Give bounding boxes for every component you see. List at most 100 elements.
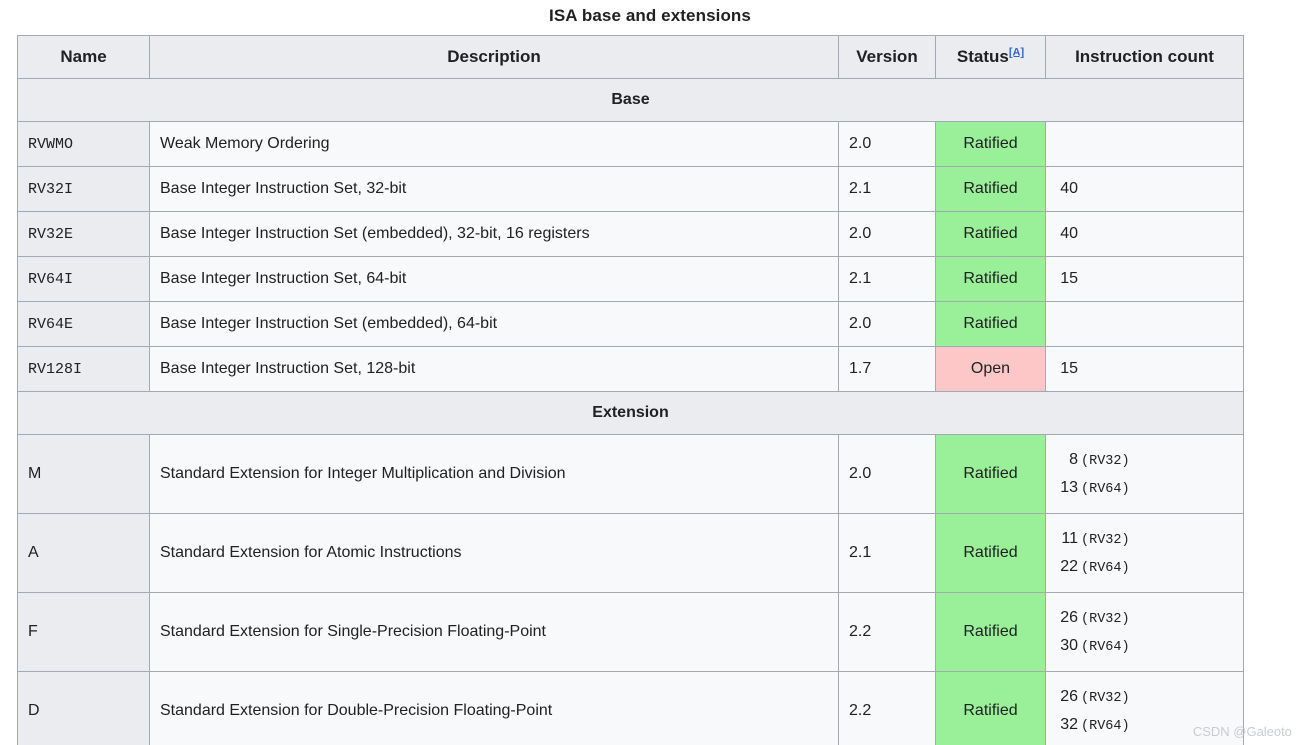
instruction-count-value: 26 bbox=[1060, 609, 1078, 626]
column-header-instruction-count: Instruction count bbox=[1045, 35, 1244, 79]
cell-description: Base Integer Instruction Set, 128-bit bbox=[149, 346, 839, 392]
column-header-name: Name bbox=[17, 35, 150, 79]
instruction-count-value: 13 bbox=[1060, 478, 1078, 496]
instruction-count-entry: 26 (RV32) bbox=[1056, 689, 1233, 706]
cell-name: RV64E bbox=[17, 301, 150, 347]
instruction-count-value: 11 bbox=[1061, 530, 1078, 547]
instruction-count-entry: 11 (RV32) bbox=[1056, 531, 1233, 548]
cell-instruction-count: 26 (RV32) 32 (RV64) bbox=[1045, 671, 1244, 745]
instruction-count-variant: (RV64) bbox=[1081, 718, 1130, 734]
cell-instruction-count: 8 (RV32) 13 (RV64) bbox=[1045, 434, 1244, 514]
cell-name: RV32E bbox=[17, 211, 150, 257]
instruction-count-entry: 26 (RV32) bbox=[1056, 610, 1233, 627]
status-badge: Ratified bbox=[935, 166, 1046, 212]
instruction-count-entry: 30 (RV64) bbox=[1056, 636, 1233, 655]
table-row: RV64I Base Integer Instruction Set, 64-bi… bbox=[17, 256, 1244, 302]
column-header-status-label: Status bbox=[956, 47, 1009, 66]
table-header: Name Description Version Status[A] Instr… bbox=[17, 35, 1244, 79]
cell-description: Weak Memory Ordering bbox=[149, 121, 839, 167]
status-badge: Ratified bbox=[935, 434, 1046, 514]
status-badge: Ratified bbox=[935, 513, 1046, 593]
cell-name: RV32I bbox=[17, 166, 150, 212]
status-badge: Ratified bbox=[935, 671, 1046, 745]
status-badge: Ratified bbox=[935, 592, 1046, 672]
cell-instruction-count: 15 bbox=[1045, 346, 1244, 392]
column-header-description: Description bbox=[149, 35, 839, 79]
header-row: Name Description Version Status[A] Instr… bbox=[17, 35, 1244, 79]
cell-version: 2.1 bbox=[838, 166, 936, 212]
instruction-count-list: 15 bbox=[1056, 361, 1233, 377]
table-row: D Standard Extension for Double-Precision… bbox=[17, 671, 1244, 745]
cell-description: Base Integer Instruction Set (embedded),… bbox=[149, 301, 839, 347]
status-badge: Ratified bbox=[935, 256, 1046, 302]
status-badge: Ratified bbox=[935, 301, 1046, 347]
instruction-count-value: 22 bbox=[1060, 557, 1078, 575]
cell-name: F bbox=[17, 592, 150, 672]
table-row: M Standard Extension for Integer Multipli… bbox=[17, 434, 1244, 514]
instruction-count-variant: (RV32) bbox=[1081, 691, 1130, 706]
instruction-count-variant: (RV32) bbox=[1081, 533, 1130, 548]
cell-instruction-count: 11 (RV32) 22 (RV64) bbox=[1045, 513, 1244, 593]
instruction-count-variant: (RV32) bbox=[1081, 454, 1130, 469]
cell-description: Base Integer Instruction Set (embedded),… bbox=[149, 211, 839, 257]
column-header-status: Status[A] bbox=[935, 35, 1046, 79]
instruction-count-entry: 8 (RV32) bbox=[1056, 452, 1233, 469]
section-header-row: Base bbox=[17, 78, 1244, 122]
table-row: RV32I Base Integer Instruction Set, 32-bi… bbox=[17, 166, 1244, 212]
table-row: RV128I Base Integer Instruction Set, 128-… bbox=[17, 346, 1244, 392]
instruction-count-entry: 15 bbox=[1056, 361, 1233, 377]
section-header-row: Extension bbox=[17, 391, 1244, 435]
cell-name: D bbox=[17, 671, 150, 745]
cell-description: Base Integer Instruction Set, 32-bit bbox=[149, 166, 839, 212]
page-title: ISA base and extensions bbox=[549, 6, 751, 25]
isa-table: Name Description Version Status[A] Instr… bbox=[17, 35, 1244, 745]
cell-version: 2.0 bbox=[838, 121, 936, 167]
cell-version: 2.2 bbox=[838, 592, 936, 672]
instruction-count-value: 15 bbox=[1060, 360, 1078, 377]
status-badge: Open bbox=[935, 346, 1046, 392]
cell-version: 2.0 bbox=[838, 301, 936, 347]
instruction-count-value: 8 bbox=[1069, 451, 1078, 468]
instruction-count-entry: 13 (RV64) bbox=[1056, 478, 1233, 497]
footnote-ref-a-link[interactable]: [A] bbox=[1009, 46, 1024, 58]
instruction-count-list: 40 bbox=[1056, 181, 1233, 197]
cell-description: Standard Extension for Atomic Instructio… bbox=[149, 513, 839, 593]
table-row: RV32E Base Integer Instruction Set (embed… bbox=[17, 211, 1244, 257]
cell-name: RV64I bbox=[17, 256, 150, 302]
cell-instruction-count bbox=[1045, 301, 1244, 347]
table-row: F Standard Extension for Single-Precision… bbox=[17, 592, 1244, 672]
instruction-count-list: 26 (RV32) 32 (RV64) bbox=[1056, 689, 1233, 733]
table-row: RVWMO Weak Memory Ordering 2.0 Ratified bbox=[17, 121, 1244, 167]
instruction-count-variant: (RV64) bbox=[1081, 481, 1130, 497]
cell-version: 2.0 bbox=[838, 434, 936, 514]
instruction-count-value: 32 bbox=[1060, 715, 1078, 733]
instruction-count-entry: 40 bbox=[1056, 226, 1233, 242]
status-badge: Ratified bbox=[935, 211, 1046, 257]
status-badge: Ratified bbox=[935, 121, 1046, 167]
cell-version: 2.2 bbox=[838, 671, 936, 745]
instruction-count-list: 26 (RV32) 30 (RV64) bbox=[1056, 610, 1233, 654]
column-header-version: Version bbox=[838, 35, 936, 79]
instruction-count-value: 26 bbox=[1060, 688, 1078, 705]
instruction-count-entry: 15 bbox=[1056, 271, 1233, 287]
cell-instruction-count: 26 (RV32) 30 (RV64) bbox=[1045, 592, 1244, 672]
cell-name: RV128I bbox=[17, 346, 150, 392]
isa-table-page: ISA base and extensions Name Description… bbox=[0, 0, 1300, 745]
instruction-count-list: 15 bbox=[1056, 271, 1233, 287]
section-header-label: Base bbox=[17, 78, 1244, 122]
cell-instruction-count bbox=[1045, 121, 1244, 167]
table-container: Name Description Version Status[A] Instr… bbox=[0, 35, 1300, 745]
instruction-count-list: 11 (RV32) 22 (RV64) bbox=[1056, 531, 1233, 575]
instruction-count-value: 40 bbox=[1060, 180, 1078, 197]
instruction-count-entry: 32 (RV64) bbox=[1056, 715, 1233, 734]
instruction-count-entry: 22 (RV64) bbox=[1056, 557, 1233, 576]
instruction-count-list: 40 bbox=[1056, 226, 1233, 242]
table-row: RV64E Base Integer Instruction Set (embed… bbox=[17, 301, 1244, 347]
instruction-count-value: 30 bbox=[1060, 636, 1078, 654]
instruction-count-variant: (RV64) bbox=[1081, 639, 1130, 655]
cell-version: 2.1 bbox=[838, 256, 936, 302]
cell-description: Base Integer Instruction Set, 64-bit bbox=[149, 256, 839, 302]
cell-version: 2.0 bbox=[838, 211, 936, 257]
cell-description: Standard Extension for Integer Multiplic… bbox=[149, 434, 839, 514]
cell-version: 2.1 bbox=[838, 513, 936, 593]
